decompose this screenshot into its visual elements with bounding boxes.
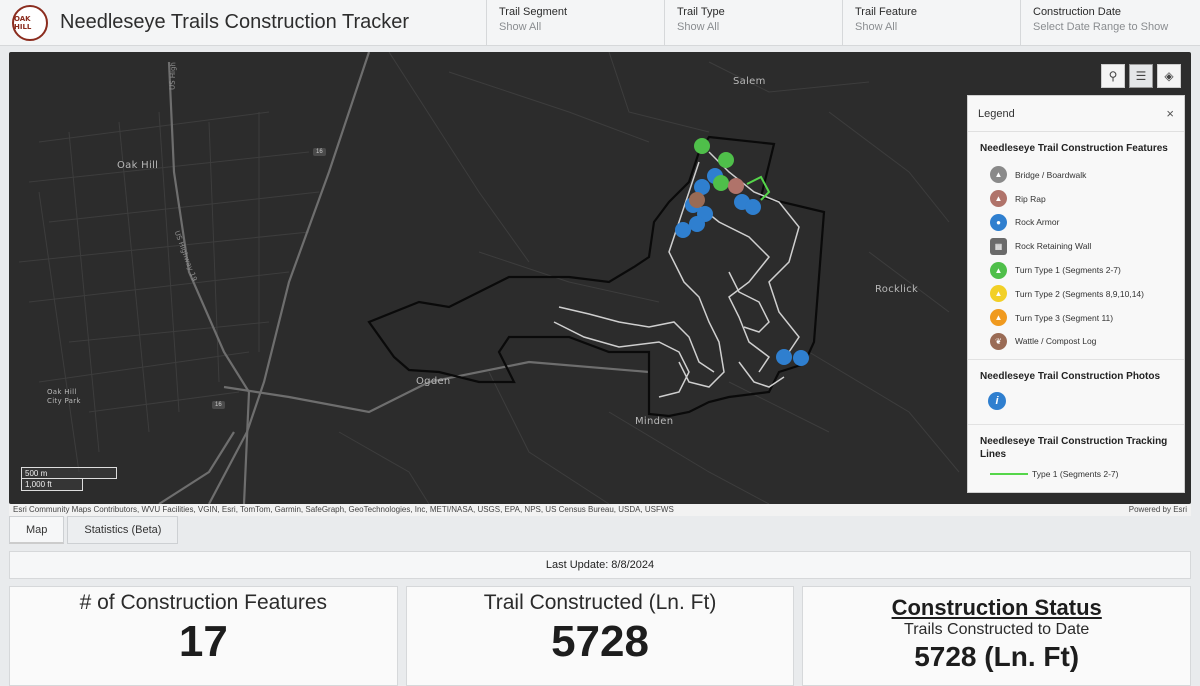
oak-hill-logo: OAK HILL bbox=[12, 4, 48, 41]
road-label-us-high: US High bbox=[168, 61, 178, 91]
wattle-icon: ❦ bbox=[990, 332, 1007, 350]
filter-value: Show All bbox=[499, 21, 542, 33]
place-label-oak-hill: Oak Hill bbox=[117, 160, 159, 171]
powered-by-esri[interactable]: Powered by Esri bbox=[1129, 504, 1187, 516]
card-trail-constructed: Trail Constructed (Ln. Ft) 5728 bbox=[405, 586, 795, 686]
legend-item-label: Rock Armor bbox=[1015, 217, 1060, 228]
card-construction-status: Construction Status Trails Constructed t… bbox=[802, 586, 1192, 686]
place-label-oak-hill-city-park: Oak Hill City Park bbox=[47, 388, 81, 405]
legend-item-label: Wattle / Compost Log bbox=[1015, 336, 1097, 347]
retaining-wall-icon: ▦ bbox=[990, 237, 1007, 255]
legend-section-photos: Needleseye Trail Construction Photos i bbox=[968, 360, 1184, 426]
filter-construction-date[interactable]: Construction Date Select Date Range to S… bbox=[1020, 0, 1200, 45]
legend-item-label: Turn Type 1 (Segments 2-7) bbox=[1015, 265, 1121, 276]
filter-value: Show All bbox=[855, 21, 898, 33]
card-value: 17 bbox=[178, 617, 228, 666]
filter-trail-type[interactable]: Trail Type Show All bbox=[664, 0, 842, 45]
green-line-swatch bbox=[990, 473, 1028, 476]
legend-item-label: Rock Retaining Wall bbox=[1015, 241, 1092, 252]
filter-value: Select Date Range to Show bbox=[1033, 21, 1169, 33]
legend-header: Legend × bbox=[968, 96, 1184, 132]
legend-item: ▲ Turn Type 1 (Segments 2-7) bbox=[980, 258, 1174, 282]
layers-icon[interactable]: ◈ bbox=[1157, 64, 1181, 88]
scale-imperial: 1,000 ft bbox=[21, 479, 83, 491]
turn-type-3-icon: ▲ bbox=[990, 309, 1007, 327]
rock-armor-icon: ● bbox=[990, 213, 1007, 231]
card-construction-features: # of Construction Features 17 bbox=[9, 586, 398, 686]
turn-type-1-icon: ▲ bbox=[990, 261, 1007, 279]
legend-item-label: Type 1 (Segments 2-7) bbox=[1032, 469, 1119, 480]
app-header: OAK HILL Needleseye Trails Construction … bbox=[0, 0, 1200, 46]
legend-section-features: Needleseye Trail Construction Features ▲… bbox=[968, 132, 1184, 361]
legend-item: ▲ Bridge / Boardwalk bbox=[980, 163, 1174, 187]
bridge-icon: ▲ bbox=[990, 166, 1007, 184]
scale-bar: 500 m 1,000 ft bbox=[21, 467, 117, 491]
filter-label: Trail Feature bbox=[855, 6, 917, 18]
filter-bar: Trail Segment Show All Trail Type Show A… bbox=[486, 0, 1200, 45]
legend-item: ▦ Rock Retaining Wall bbox=[980, 234, 1174, 258]
legend-panel: Legend × Needleseye Trail Construction F… bbox=[967, 95, 1185, 493]
place-label-salem: Salem bbox=[733, 76, 766, 87]
legend-item-label: Turn Type 3 (Segment 11) bbox=[1015, 312, 1114, 323]
filter-label: Trail Type bbox=[677, 6, 725, 18]
legend-toggle-icon[interactable]: ☰ bbox=[1129, 64, 1153, 88]
brand: OAK HILL Needleseye Trails Construction … bbox=[0, 0, 486, 45]
view-tabs: Map Statistics (Beta) bbox=[9, 516, 179, 544]
info-photo-icon: i bbox=[988, 392, 1006, 411]
map-view[interactable]: Salem Oak Hill Rocklick Ogden Minden Oak… bbox=[9, 52, 1191, 504]
search-icon[interactable]: ⚲ bbox=[1101, 64, 1125, 88]
card-title: Construction Status bbox=[891, 595, 1102, 620]
card-value: 5728 bbox=[551, 617, 649, 666]
turn-type-2-icon: ▲ bbox=[990, 285, 1007, 303]
legend-item-label: Rip Rap bbox=[1015, 193, 1046, 204]
card-title: Trail Constructed (Ln. Ft) bbox=[483, 591, 717, 614]
filter-trail-segment[interactable]: Trail Segment Show All bbox=[486, 0, 664, 45]
tab-map[interactable]: Map bbox=[9, 516, 65, 544]
place-label-rocklick: Rocklick bbox=[875, 284, 919, 295]
legend-section-title: Needleseye Trail Construction Photos bbox=[980, 371, 1161, 383]
last-update-banner: Last Update: 8/8/2024 bbox=[9, 551, 1191, 579]
filter-value: Show All bbox=[677, 21, 720, 33]
tab-statistics[interactable]: Statistics (Beta) bbox=[67, 516, 179, 544]
filter-label: Construction Date bbox=[1033, 6, 1122, 18]
card-value: 5728 (Ln. Ft) bbox=[914, 641, 1080, 672]
card-title: # of Construction Features bbox=[79, 591, 328, 614]
legend-item: ▲ Turn Type 2 (Segments 8,9,10,14) bbox=[980, 282, 1174, 306]
place-label-ogden: Ogden bbox=[416, 376, 451, 387]
map-attribution: Esri Community Maps Contributors, WVU Fa… bbox=[9, 504, 1191, 516]
legend-section-tracking: Needleseye Trail Construction Tracking L… bbox=[968, 425, 1184, 485]
app-title: Needleseye Trails Construction Tracker bbox=[60, 11, 410, 33]
map-toolbar: ⚲ ☰ ◈ bbox=[1101, 64, 1181, 88]
stats-cards: # of Construction Features 17 Trail Cons… bbox=[9, 586, 1192, 686]
close-icon[interactable]: × bbox=[1166, 106, 1174, 121]
scale-metric: 500 m bbox=[21, 467, 117, 479]
legend-item: ❦ Wattle / Compost Log bbox=[980, 330, 1174, 354]
legend-item-label: Bridge / Boardwalk bbox=[1015, 169, 1087, 180]
filter-label: Trail Segment bbox=[499, 6, 568, 18]
route-shield: 16 bbox=[313, 148, 326, 156]
legend-section-title: Needleseye Trail Construction Tracking L… bbox=[980, 436, 1168, 461]
legend-section-title: Needleseye Trail Construction Features bbox=[980, 143, 1168, 154]
filter-trail-feature[interactable]: Trail Feature Show All bbox=[842, 0, 1020, 45]
legend-item: ▲ Rip Rap bbox=[980, 187, 1174, 211]
route-shield: 16 bbox=[212, 401, 225, 409]
card-subtitle: Trails Constructed to Date bbox=[904, 621, 1090, 638]
legend-item-label: Turn Type 2 (Segments 8,9,10,14) bbox=[1015, 288, 1144, 299]
rip-rap-icon: ▲ bbox=[990, 190, 1007, 208]
place-label-minden: Minden bbox=[635, 416, 674, 427]
legend-title: Legend bbox=[978, 107, 1015, 120]
attribution-text: Esri Community Maps Contributors, WVU Fa… bbox=[13, 505, 674, 514]
legend-item: ● Rock Armor bbox=[980, 211, 1174, 235]
legend-item: ▲ Turn Type 3 (Segment 11) bbox=[980, 306, 1174, 330]
legend-line-item: Type 1 (Segments 2-7) bbox=[980, 469, 1174, 479]
